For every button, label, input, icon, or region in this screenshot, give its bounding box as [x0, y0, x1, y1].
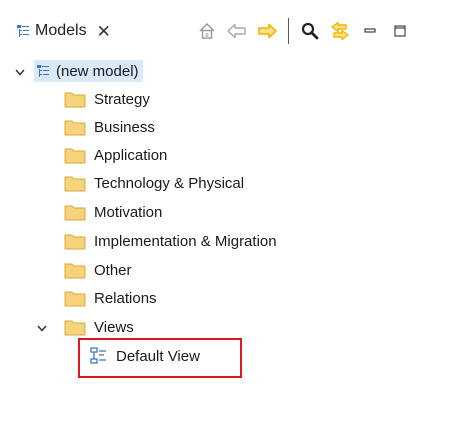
- tree-root-label: (new model): [56, 62, 139, 80]
- tree-folder-label: Strategy: [94, 90, 150, 108]
- tree-folder-label: Implementation & Migration: [94, 232, 277, 250]
- tree-folder-label: Business: [94, 118, 155, 136]
- tree-folder-views[interactable]: Views: [64, 316, 134, 338]
- tree-folder-other[interactable]: Other: [64, 259, 132, 281]
- folder-icon: [64, 174, 86, 192]
- panel-header: Models ✕: [0, 0, 464, 56]
- tree-folder-label: Views: [94, 318, 134, 336]
- folder-icon: [64, 90, 86, 108]
- folder-icon: [64, 289, 86, 307]
- minimize-icon[interactable]: [359, 20, 381, 42]
- tab-title: Models: [35, 22, 87, 39]
- folder-icon: [64, 232, 86, 250]
- folder-icon: [64, 318, 86, 336]
- tree-folder-business[interactable]: Business: [64, 116, 155, 138]
- chevron-down-icon[interactable]: [14, 65, 26, 77]
- back-icon[interactable]: [226, 20, 248, 42]
- tree-folder-label: Technology & Physical: [94, 174, 245, 192]
- tree-folder-label: Application: [94, 146, 168, 164]
- folder-icon: [64, 146, 86, 164]
- tree-folder-strategy[interactable]: Strategy: [64, 88, 150, 110]
- toolbar-separator: [288, 18, 289, 44]
- forward-icon[interactable]: [256, 20, 278, 42]
- search-icon[interactable]: [299, 20, 321, 42]
- view-toolbar: [196, 18, 419, 44]
- tree-folder-label: Motivation: [94, 203, 163, 221]
- tab-models[interactable]: Models ✕: [16, 20, 111, 42]
- model-tree-icon: [16, 24, 30, 38]
- tree-folder-label: Other: [94, 261, 132, 279]
- tree-folder-implementation[interactable]: Implementation & Migration: [64, 230, 277, 252]
- tree-root-selection: (new model): [34, 60, 143, 82]
- models-panel: Models ✕ (new model) Strategy Business A…: [0, 0, 464, 427]
- tree-folder-technology[interactable]: Technology & Physical: [64, 172, 244, 194]
- close-icon[interactable]: ✕: [97, 23, 111, 40]
- home-icon[interactable]: [196, 20, 218, 42]
- maximize-icon[interactable]: [389, 20, 411, 42]
- tree-folder-application[interactable]: Application: [64, 144, 167, 166]
- chevron-down-icon[interactable]: [36, 321, 48, 333]
- highlight-annotation: [78, 338, 242, 378]
- link-editor-icon[interactable]: [329, 20, 351, 42]
- folder-icon: [64, 203, 86, 221]
- tree-folder-relations[interactable]: Relations: [64, 287, 157, 309]
- model-icon: [36, 64, 50, 78]
- tree-folder-motivation[interactable]: Motivation: [64, 201, 162, 223]
- folder-icon: [64, 118, 86, 136]
- tree-folder-label: Relations: [94, 289, 157, 307]
- tree-root-row[interactable]: (new model): [14, 60, 143, 82]
- folder-icon: [64, 261, 86, 279]
